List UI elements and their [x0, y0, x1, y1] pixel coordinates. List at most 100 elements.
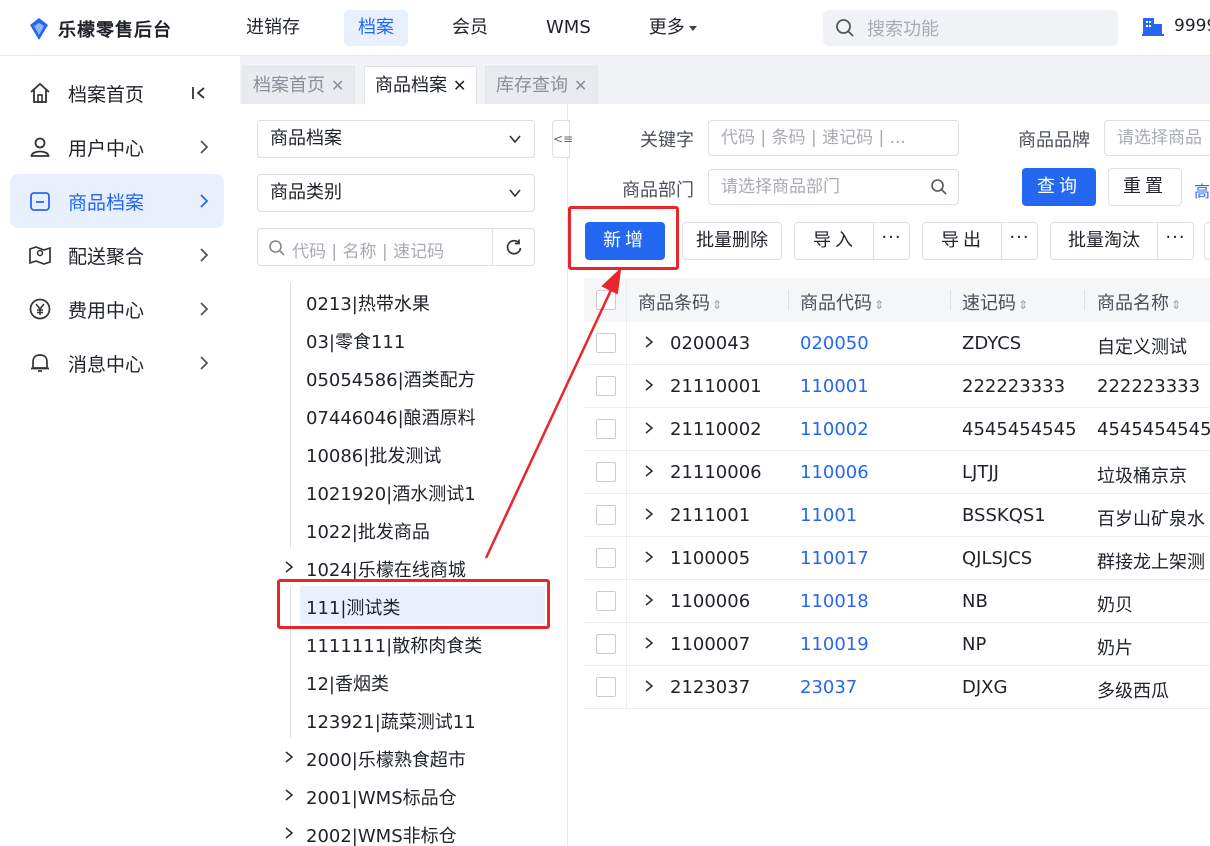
table-row[interactable]: 21110002 110002 4545454545 4545454545: [584, 408, 1210, 451]
cell-code-link[interactable]: 110002: [800, 419, 869, 440]
row-checkbox[interactable]: [596, 677, 616, 697]
toolbar-overflow-button[interactable]: [1204, 222, 1210, 260]
sidebar-item-archive-home[interactable]: 档案首页: [10, 66, 224, 120]
table-row[interactable]: 21110001 110001 222223333 222223333: [584, 365, 1210, 408]
reset-button[interactable]: 重置: [1108, 168, 1182, 206]
topnav-item-archive[interactable]: 档案: [344, 10, 408, 46]
tree-node[interactable]: 1021920|酒水测试1: [240, 472, 568, 510]
tree-node[interactable]: 2000|乐檬熟食超市: [240, 738, 568, 776]
cell-code-link[interactable]: 11001: [800, 505, 857, 526]
tab-product-archive[interactable]: 商品档案 ✕: [364, 66, 478, 104]
chevron-right-icon[interactable]: [282, 788, 296, 802]
batch-delete-button[interactable]: 批量删除: [682, 222, 782, 260]
tree-search-input[interactable]: 代码 | 名称 | 速记码: [257, 228, 535, 266]
row-checkbox[interactable]: [596, 333, 616, 353]
column-header-mnemonic[interactable]: 速记码 ⇕: [962, 289, 1028, 315]
function-search-input[interactable]: 搜索功能: [823, 10, 1118, 46]
expand-row-icon[interactable]: [642, 421, 656, 435]
sort-icon[interactable]: ⇕: [712, 298, 722, 312]
archive-type-select[interactable]: 商品档案: [257, 120, 535, 158]
table-row[interactable]: 1100007 110019 NP 奶片: [584, 623, 1210, 666]
sidebar-item-fee-center[interactable]: 费用中心: [10, 282, 224, 336]
row-checkbox[interactable]: [596, 462, 616, 482]
table-row[interactable]: 0200043 020050 ZDYCS 自定义测试: [584, 322, 1210, 365]
topnav-item-member[interactable]: 会员: [438, 10, 502, 46]
sort-icon[interactable]: ⇕: [1018, 298, 1028, 312]
topnav-item-wms[interactable]: WMS: [532, 10, 605, 46]
keyword-input[interactable]: 代码 | 条码 | 速记码 | ...: [708, 120, 959, 156]
tree-node[interactable]: 1111111|散称肉食类: [240, 624, 568, 662]
brand[interactable]: 乐檬零售后台: [28, 16, 172, 42]
import-button[interactable]: 导入: [795, 223, 875, 259]
sort-icon[interactable]: ⇕: [874, 298, 884, 312]
row-checkbox[interactable]: [596, 591, 616, 611]
topnav-item-jxc[interactable]: 进销存: [232, 10, 314, 46]
close-icon[interactable]: ✕: [453, 76, 466, 95]
close-icon[interactable]: ✕: [331, 76, 344, 95]
tree-node[interactable]: 2001|WMS标品仓: [240, 776, 568, 814]
row-checkbox[interactable]: [596, 419, 616, 439]
user-info[interactable]: 9999: [1142, 16, 1210, 36]
row-checkbox[interactable]: [596, 505, 616, 525]
brand-select[interactable]: 请选择商品: [1104, 120, 1210, 156]
export-more-button[interactable]: ···: [1001, 223, 1037, 259]
tab-inventory-query[interactable]: 库存查询 ✕: [485, 66, 599, 104]
table-row[interactable]: 21110006 110006 LJTJJ 垃圾桶京京: [584, 451, 1210, 494]
tree-node[interactable]: 12|香烟类: [240, 662, 568, 700]
tab-archive-home[interactable]: 档案首页 ✕: [242, 66, 356, 104]
cell-code-link[interactable]: 110006: [800, 462, 869, 483]
cell-code-link[interactable]: 110018: [800, 591, 869, 612]
table-row[interactable]: 2111001 11001 BSSKQS1 百岁山矿泉水: [584, 494, 1210, 537]
query-button[interactable]: 查询: [1022, 168, 1096, 206]
chevron-right-icon[interactable]: [282, 750, 296, 764]
tree-node[interactable]: 03|零食111: [240, 320, 568, 358]
tree-node[interactable]: 05054586|酒类配方: [240, 358, 568, 396]
refresh-button[interactable]: [492, 229, 534, 265]
row-checkbox[interactable]: [596, 548, 616, 568]
sidebar-item-user-center[interactable]: 用户中心: [10, 120, 224, 174]
expand-row-icon[interactable]: [642, 335, 656, 349]
tree-node[interactable]: 123921|蔬菜测试11: [240, 700, 568, 738]
batch-retire-more-button[interactable]: ···: [1157, 223, 1193, 259]
row-checkbox[interactable]: [596, 376, 616, 396]
dept-select[interactable]: 请选择商品部门: [708, 169, 959, 205]
topnav-item-more[interactable]: 更多: [635, 10, 711, 46]
expand-row-icon[interactable]: [642, 550, 656, 564]
expand-row-icon[interactable]: [642, 593, 656, 607]
chevron-right-icon[interactable]: [282, 826, 296, 840]
advanced-search-link[interactable]: 高: [1194, 178, 1210, 202]
sidebar-item-product-archive[interactable]: 商品档案: [10, 174, 224, 228]
sidebar-item-delivery[interactable]: 配送聚合: [10, 228, 224, 282]
import-more-button[interactable]: ···: [873, 223, 909, 259]
cell-code-link[interactable]: 110001: [800, 376, 869, 397]
expand-row-icon[interactable]: [642, 378, 656, 392]
expand-row-icon[interactable]: [642, 679, 656, 693]
column-header-barcode[interactable]: 商品条码 ⇕: [638, 289, 722, 315]
tree-node[interactable]: 1022|批发商品: [240, 510, 568, 548]
batch-retire-button[interactable]: 批量淘汰: [1051, 223, 1157, 259]
table-row[interactable]: 1100005 110017 QJLSJCS 群接龙上架测: [584, 537, 1210, 580]
export-button[interactable]: 导出: [923, 223, 1003, 259]
row-checkbox[interactable]: [596, 634, 616, 654]
cell-code-link[interactable]: 110019: [800, 634, 869, 655]
collapse-sidebar-icon[interactable]: [190, 84, 208, 102]
category-type-select[interactable]: 商品类别: [257, 174, 535, 212]
expand-row-icon[interactable]: [642, 507, 656, 521]
tree-node[interactable]: 07446046|酿酒原料: [240, 396, 568, 434]
table-row[interactable]: 1100006 110018 NB 奶贝: [584, 580, 1210, 623]
tree-node[interactable]: 0213|热带水果: [240, 282, 568, 320]
sort-icon[interactable]: ⇕: [1171, 298, 1181, 312]
close-icon[interactable]: ✕: [574, 76, 587, 95]
cell-code-link[interactable]: 110017: [800, 548, 869, 569]
expand-row-icon[interactable]: [642, 464, 656, 478]
tree-node[interactable]: 2002|WMS非标仓: [240, 814, 568, 846]
cell-code-link[interactable]: 020050: [800, 333, 869, 354]
table-row[interactable]: 2123037 23037 DJXG 多级西瓜: [584, 666, 1210, 709]
cell-code-link[interactable]: 23037: [800, 677, 857, 698]
select-all-checkbox[interactable]: [596, 290, 616, 310]
chevron-right-icon[interactable]: [282, 560, 296, 574]
column-header-code[interactable]: 商品代码 ⇕: [800, 289, 884, 315]
sidebar-item-message-center[interactable]: 消息中心: [10, 336, 224, 390]
column-header-name[interactable]: 商品名称 ⇕: [1097, 289, 1181, 315]
tree-node[interactable]: 10086|批发测试: [240, 434, 568, 472]
